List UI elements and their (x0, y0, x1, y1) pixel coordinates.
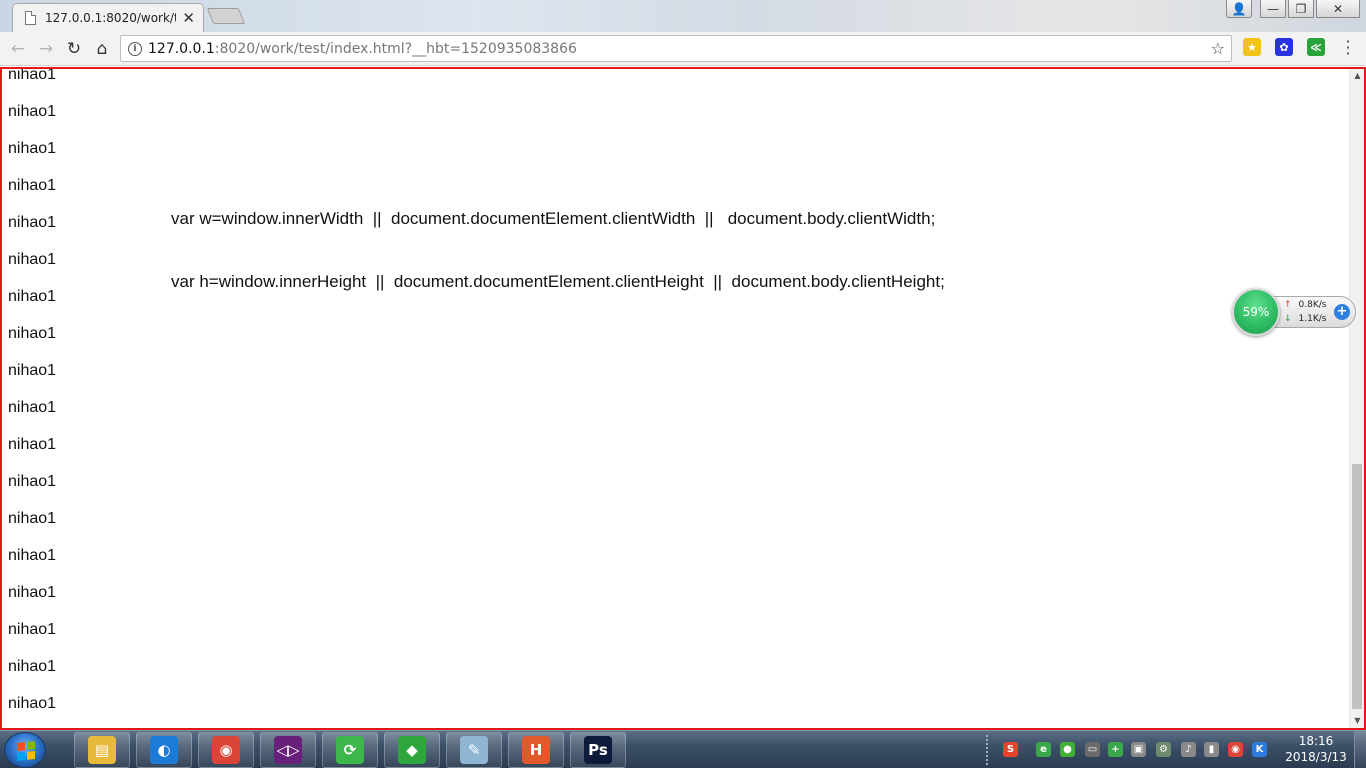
text-line: nihao1 (8, 362, 57, 379)
menu-icon[interactable]: · · · (1340, 34, 1356, 62)
tab-close-icon[interactable]: ✕ (182, 10, 195, 26)
tray-chrome-icon[interactable]: ◉ (1228, 742, 1243, 757)
taskbar-qq-browser-button[interactable]: ◐ (136, 732, 192, 768)
sync-app-icon: ⟳ (336, 736, 364, 764)
taskbar-chrome-button[interactable]: ◉ (198, 732, 254, 768)
bookmark-star-icon[interactable]: ☆ (1211, 39, 1225, 58)
extension-1-icon[interactable]: ★ (1243, 38, 1261, 56)
tray-plus-icon[interactable]: + (1108, 742, 1123, 757)
text-line: nihao1 (8, 547, 57, 564)
page-viewport: nihao1 nihao1 nihao1 nihao1 nihao1 nihao1 niha… (0, 67, 1366, 730)
url-text: 127.0.0.1:8020/work/test/index.html?__hb… (148, 41, 577, 57)
minimize-button[interactable]: — (1260, 0, 1286, 18)
text-line: nihao1 (8, 584, 57, 601)
network-speed-widget[interactable]: 59% ↑ 0.8K/s ↓ 1.1K/s + (1232, 288, 1358, 336)
close-window-button[interactable]: ✕ (1316, 0, 1360, 18)
text-line: nihao1 (8, 288, 57, 305)
taskbar: ▤ ◐ ◉ ◁▷ ⟳ ◆ ✎ H Ps Se ● ▭ + ▣ ⚙ ♪ ▮ ◉ K 18:16 2018/3/13 (0, 730, 1366, 768)
text-line: nihao1 (8, 658, 57, 675)
scroll-down-arrow[interactable]: ▼ (1350, 714, 1364, 728)
photoshop-icon: Ps (584, 736, 612, 764)
tray-360-icon[interactable]: e (1036, 742, 1051, 757)
start-button[interactable] (4, 732, 46, 768)
code-line-width: var w=window.innerWidth || document.docu… (171, 209, 936, 228)
notepad-app-icon: ✎ (460, 736, 488, 764)
url-host: 127.0.0.1 (148, 40, 215, 57)
text-line: nihao1 (8, 325, 57, 342)
text-line: nihao1 (8, 177, 57, 194)
qq-browser-icon: ◐ (150, 736, 178, 764)
show-desktop-button[interactable] (1354, 731, 1366, 768)
taskbar-visual-studio-button[interactable]: ◁▷ (260, 732, 316, 768)
upload-speed: ↑ 0.8K/s (1284, 300, 1326, 310)
taskbar-hbuilder-button[interactable]: H (508, 732, 564, 768)
browser-toolbar: ← → ↻ ⌂ i 127.0.0.1:8020/work/test/index… (0, 32, 1366, 66)
text-line: nihao1 (8, 436, 57, 453)
volume-icon[interactable]: ♪ (1181, 742, 1196, 757)
back-button[interactable]: ← (6, 37, 30, 61)
wechat-icon[interactable]: ● (1060, 742, 1075, 757)
baidu-paw-extension-icon[interactable]: ✿ (1275, 38, 1293, 56)
taskbar-green-app-button[interactable]: ◆ (384, 732, 440, 768)
scroll-thumb[interactable] (1352, 464, 1362, 709)
signal-icon[interactable]: ▮ (1204, 742, 1219, 757)
taskbar-sync-app-button[interactable]: ⟳ (322, 732, 378, 768)
new-tab-button[interactable] (206, 8, 246, 24)
download-arrow-icon: ↓ (1284, 314, 1292, 324)
hbuilder-icon: H (522, 736, 550, 764)
forward-button[interactable]: → (34, 37, 58, 61)
tray-clipboard-icon[interactable]: ▣ (1131, 742, 1146, 757)
text-line: nihao1 (8, 695, 57, 712)
title-bar: 127.0.0.1:8020/work/test/index.html?__hb… (0, 0, 1366, 32)
text-line: nihao1 (8, 103, 57, 120)
browser-tab[interactable]: 127.0.0.1:8020/work/test/index.html?__hb… (12, 3, 204, 32)
page-icon (25, 11, 36, 25)
text-line: nihao1 (8, 251, 57, 268)
tray-network-device-icon[interactable]: ⚙ (1156, 742, 1171, 757)
tab-title: 127.0.0.1:8020/work/test/index.html?__hb… (45, 11, 177, 25)
restore-button[interactable]: ❐ (1288, 0, 1314, 18)
home-button[interactable]: ⌂ (90, 37, 114, 61)
chrome-icon: ◉ (212, 736, 240, 764)
visual-studio-icon: ◁▷ (274, 736, 302, 764)
taskbar-file-explorer-button[interactable]: ▤ (74, 732, 130, 768)
download-speed-value: 1.1K/s (1298, 314, 1327, 324)
share-extension-icon[interactable]: ≪ (1307, 38, 1325, 56)
clock-date: 2018/3/13 (1285, 750, 1347, 764)
tray-k-icon[interactable]: K (1252, 742, 1267, 757)
upload-arrow-icon: ↑ (1284, 300, 1292, 310)
windows-logo-icon (17, 741, 35, 761)
window-controls: 👤 — ❐ ✕ (1226, 0, 1360, 18)
file-explorer-icon: ▤ (88, 736, 116, 764)
text-line: nihao1 (8, 67, 57, 83)
download-speed: ↓ 1.1K/s (1284, 314, 1326, 324)
text-line: nihao1 (8, 140, 57, 157)
green-app-icon: ◆ (398, 736, 426, 764)
taskbar-photoshop-button[interactable]: Ps (570, 732, 626, 768)
sogou-input-icon[interactable]: S (1003, 742, 1018, 757)
text-line: nihao1 (8, 473, 57, 490)
clock-time: 18:16 (1298, 734, 1334, 748)
text-line: nihao1 (8, 621, 57, 638)
reload-button[interactable]: ↻ (62, 37, 86, 61)
address-bar[interactable]: i 127.0.0.1:8020/work/test/index.html?__… (120, 35, 1232, 62)
user-profile-button[interactable]: 👤 (1226, 0, 1252, 18)
system-clock[interactable]: 18:16 2018/3/13 (1280, 733, 1352, 765)
code-line-height: var h=window.innerHeight || document.doc… (171, 272, 945, 291)
upload-speed-value: 0.8K/s (1298, 300, 1327, 310)
scroll-up-arrow[interactable]: ▲ (1350, 69, 1364, 83)
text-line: nihao1 (8, 399, 57, 416)
info-icon[interactable]: i (128, 41, 142, 56)
text-line: nihao1 (8, 510, 57, 527)
tray-grip (986, 735, 990, 765)
memory-usage-ball[interactable]: 59% (1232, 288, 1280, 336)
vertical-scrollbar[interactable]: ▲ ▼ (1349, 69, 1364, 728)
taskbar-notepad-app-button[interactable]: ✎ (446, 732, 502, 768)
plus-icon[interactable]: + (1334, 304, 1350, 320)
text-line: nihao1 (8, 214, 57, 231)
text-lines: nihao1 nihao1 nihao1 nihao1 nihao1 nihao1 niha… (8, 67, 57, 728)
tray-monitor-icon[interactable]: ▭ (1085, 742, 1100, 757)
url-path: :8020/work/test/index.html?__hbt=1520935… (214, 40, 577, 57)
